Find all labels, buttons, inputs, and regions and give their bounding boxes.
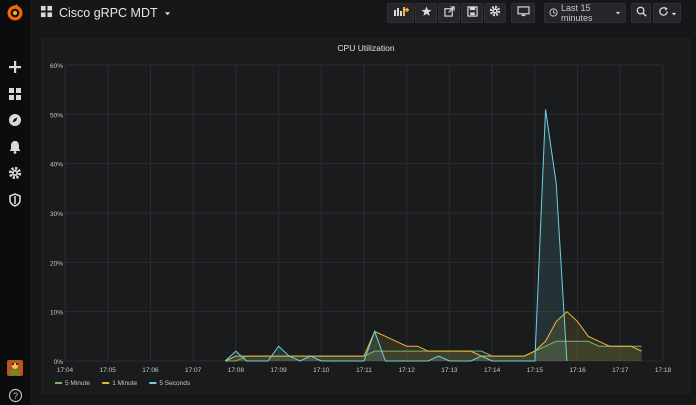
x-tick-label: 17:07 (185, 367, 202, 374)
y-tick-label: 40% (50, 162, 63, 169)
x-tick-label: 17:16 (569, 367, 586, 374)
share-button[interactable] (438, 3, 460, 23)
dashboard-settings-button[interactable] (484, 3, 506, 23)
x-tick-label: 17:18 (655, 367, 672, 374)
legend-swatch-1-minute (102, 382, 110, 384)
caret-down-icon (615, 8, 621, 18)
y-tick-label: 0% (54, 359, 64, 366)
time-range-label: Last 15 minutes (561, 3, 593, 23)
x-tick-label: 17:08 (228, 367, 245, 374)
star-icon (420, 4, 432, 22)
time-range-picker[interactable]: Last 15 minutes (544, 3, 626, 23)
y-tick-label: 20% (50, 260, 63, 267)
x-tick-label: 17:17 (612, 367, 629, 374)
gear-icon[interactable] (6, 164, 24, 182)
search-icon (636, 4, 647, 22)
x-tick-label: 17:05 (100, 367, 117, 374)
shield-icon[interactable] (6, 191, 24, 209)
add-panel-button[interactable] (387, 3, 414, 23)
x-tick-label: 17:06 (142, 367, 159, 374)
dashboards-icon[interactable] (6, 85, 24, 103)
tv-icon (516, 4, 530, 22)
dashboards-icon (40, 5, 53, 21)
legend-item-1-minute: 1 Minute (112, 380, 137, 387)
avatar[interactable] (6, 359, 24, 377)
share-icon (443, 4, 455, 22)
x-tick-label: 17:10 (313, 367, 330, 374)
legend-swatch-5-minute (55, 382, 62, 384)
legend-item-5-seconds: 5 Seconds (159, 380, 190, 387)
cpu-utilization-panel[interactable]: CPU Utilization 0% 10% 20% 30% 40% 50% 60% 17:0… (42, 38, 690, 394)
explore-icon[interactable] (6, 111, 24, 129)
x-tick-label: 17:13 (441, 367, 458, 374)
help-icon[interactable]: ? (6, 386, 24, 404)
legend-swatch-5-seconds (149, 382, 157, 384)
x-tick-label: 17:14 (484, 367, 501, 374)
x-tick-label: 17:12 (399, 367, 416, 374)
top-navbar: Cisco gRPC MDT Last 15 minutes (30, 0, 696, 26)
clock-icon (549, 7, 558, 19)
x-tick-label: 17:09 (270, 367, 287, 374)
x-tick-label: 17:11 (356, 367, 372, 374)
plus-icon[interactable] (6, 58, 24, 76)
caret-down-icon (671, 4, 677, 22)
grafana-logo-icon[interactable] (6, 4, 24, 22)
y-tick-label: 60% (50, 63, 63, 70)
y-tick-label: 10% (50, 310, 63, 317)
cpu-utilization-chart[interactable]: 0% 10% 20% 30% 40% 50% 60% 17:04 17:05 17:06 17:07… (43, 39, 689, 393)
x-tick-label: 17:15 (527, 367, 544, 374)
add-panel-icon (393, 4, 409, 22)
legend-item-5-minute: 5 Minute (65, 380, 90, 387)
y-tick-label: 30% (50, 211, 63, 218)
dashboard-title: Cisco gRPC MDT (59, 6, 158, 20)
refresh-button[interactable] (653, 3, 681, 23)
sidebar: ? (0, 0, 30, 405)
bell-icon[interactable] (6, 138, 24, 156)
settings-icon (489, 4, 501, 22)
star-button[interactable] (415, 3, 437, 23)
refresh-icon (658, 4, 669, 22)
caret-down-icon (164, 6, 171, 20)
series-area-1-minute (225, 311, 642, 361)
save-button[interactable] (461, 3, 483, 23)
cycle-view-mode-button[interactable] (511, 3, 535, 23)
save-icon (466, 4, 478, 22)
zoom-out-button[interactable] (631, 3, 651, 23)
series-line-5-seconds (224, 109, 568, 362)
dashboard-title-button[interactable]: Cisco gRPC MDT (40, 4, 171, 22)
x-tick-label: 17:04 (57, 367, 74, 374)
series-area-5-seconds (225, 109, 567, 362)
help-label: ? (12, 391, 17, 401)
y-tick-label: 50% (50, 112, 63, 119)
